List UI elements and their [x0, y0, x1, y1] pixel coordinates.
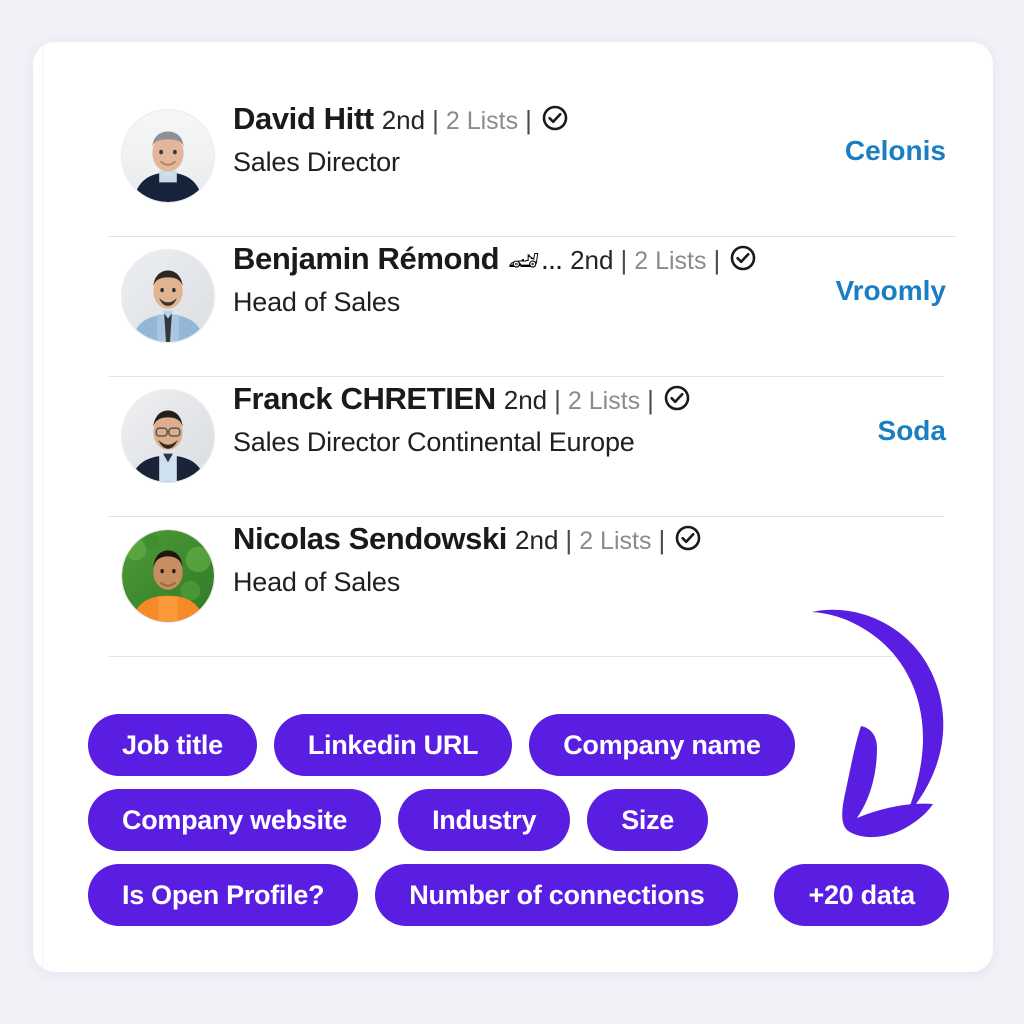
person-name-line: Benjamin Rémond 🏎 ... 2nd | 2 Lists |: [233, 241, 836, 277]
avatar: [121, 249, 215, 343]
separator: |: [565, 525, 573, 555]
connection-degree: 2nd: [570, 245, 614, 275]
lists-count[interactable]: 2 Lists: [446, 107, 518, 136]
tag-number-of-connections[interactable]: Number of connections: [375, 864, 739, 926]
check-circle-icon[interactable]: [663, 384, 691, 412]
people-list: David Hitt 2nd | 2 Lists | Sales Directo…: [76, 97, 956, 657]
person-title: Sales Director Continental Europe: [233, 427, 635, 457]
lists-count[interactable]: 2 Lists: [568, 387, 640, 416]
person-name: David Hitt: [233, 101, 374, 136]
check-circle-icon[interactable]: [674, 524, 702, 552]
person-title: Sales Director: [233, 147, 400, 177]
separator: |: [554, 385, 561, 415]
separator: |: [525, 105, 532, 135]
list-item[interactable]: Franck CHRETIEN 2nd | 2 Lists | Sales Di…: [76, 377, 956, 517]
separator: |: [620, 245, 628, 275]
row-divider: [109, 656, 922, 657]
separator: |: [658, 525, 666, 555]
tag-row-3: Is Open Profile? Number of connections +…: [88, 864, 968, 926]
separator: |: [713, 245, 721, 275]
company-name[interactable]: Soda: [878, 377, 956, 447]
company-name[interactable]: Vroomly: [836, 237, 956, 307]
person-info: Franck CHRETIEN 2nd | 2 Lists | Sales Di…: [215, 377, 878, 458]
data-field-tags: Job title Linkedin URL Company name Comp…: [88, 714, 968, 939]
list-item[interactable]: David Hitt 2nd | 2 Lists | Sales Directo…: [76, 97, 956, 237]
person-name: Franck CHRETIEN: [233, 381, 496, 416]
tag-size[interactable]: Size: [587, 789, 709, 851]
tag-company-website[interactable]: Company website: [88, 789, 382, 851]
check-circle-icon[interactable]: [729, 244, 757, 272]
separator: |: [647, 385, 654, 415]
person-info: Benjamin Rémond 🏎 ... 2nd | 2 Lists | He…: [215, 237, 836, 318]
tag-more-data[interactable]: +20 data: [774, 864, 949, 926]
list-item[interactable]: Benjamin Rémond 🏎 ... 2nd | 2 Lists | He…: [76, 237, 956, 377]
people-card: David Hitt 2nd | 2 Lists | Sales Directo…: [33, 42, 993, 972]
name-truncation-ellipsis: ...: [540, 244, 563, 276]
tag-company-name[interactable]: Company name: [529, 714, 795, 776]
person-title: Head of Sales: [233, 287, 401, 317]
tag-row-1: Job title Linkedin URL Company name: [88, 714, 968, 776]
connection-degree: 2nd: [503, 385, 548, 415]
race-car-emoji: 🏎: [508, 247, 540, 275]
connection-degree: 2nd: [515, 525, 559, 555]
tag-industry[interactable]: Industry: [398, 789, 571, 851]
person-name-line: David Hitt 2nd | 2 Lists |: [233, 101, 845, 137]
person-name: Nicolas Sendowski: [233, 521, 508, 556]
person-title: Head of Sales: [233, 567, 401, 597]
person-name: Benjamin Rémond: [233, 241, 500, 276]
card-inner-edge: [42, 42, 43, 972]
lists-count[interactable]: 2 Lists: [579, 527, 651, 556]
screenshot-root: David Hitt 2nd | 2 Lists | Sales Directo…: [0, 0, 1024, 1024]
person-info: David Hitt 2nd | 2 Lists | Sales Directo…: [215, 97, 845, 178]
tag-row-2: Company website Industry Size: [88, 789, 968, 851]
lists-count[interactable]: 2 Lists: [634, 247, 706, 276]
person-name-line: Franck CHRETIEN 2nd | 2 Lists |: [233, 381, 878, 417]
person-info: Nicolas Sendowski 2nd | 2 Lists | Head o…: [215, 517, 946, 598]
connection-degree: 2nd: [381, 105, 426, 135]
check-circle-icon[interactable]: [541, 104, 569, 132]
tag-job-title[interactable]: Job title: [88, 714, 257, 776]
avatar: [121, 389, 215, 483]
tag-is-open-profile[interactable]: Is Open Profile?: [88, 864, 359, 926]
separator: |: [432, 105, 439, 135]
company-name[interactable]: Celonis: [845, 97, 956, 167]
tag-linkedin-url[interactable]: Linkedin URL: [273, 714, 513, 776]
avatar: [121, 529, 215, 623]
list-item[interactable]: Nicolas Sendowski 2nd | 2 Lists | Head o…: [76, 517, 956, 657]
avatar: [121, 109, 215, 203]
person-name-line: Nicolas Sendowski 2nd | 2 Lists |: [233, 521, 946, 557]
